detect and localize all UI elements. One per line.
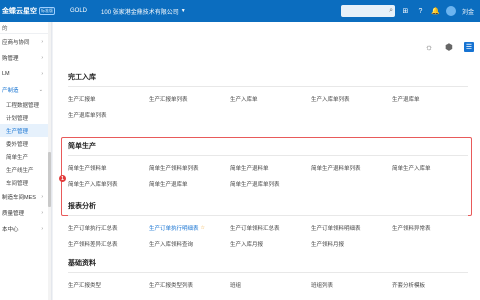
gold-label[interactable]: GOLD — [70, 8, 87, 14]
menu-link[interactable]: 简单生产领料单列表 — [149, 160, 230, 176]
sidebar-item-mes[interactable]: 制造车间MES › — [0, 189, 51, 205]
menu-link-label: 生产订单执行明细表 — [149, 226, 199, 232]
sidebar-item-purchase[interactable]: 购管理 › — [0, 50, 51, 66]
sidebar-sub-line-production[interactable]: 生产线生产 — [0, 163, 51, 176]
menu-link[interactable]: 班组列表 — [311, 277, 392, 293]
search-icon: ⌕ — [389, 7, 393, 14]
sidebar-scrollbar[interactable] — [48, 22, 51, 300]
menu-link[interactable]: 生产入库单列表 — [311, 91, 392, 107]
sidebar-item-label: 本中心 — [2, 227, 19, 233]
menu-link[interactable]: 简单生产领料单 — [68, 160, 149, 176]
menu-link[interactable]: 生产入库月报 — [230, 236, 311, 252]
sidebar-item-cost-center[interactable]: 本中心 › — [0, 221, 51, 237]
menu-link[interactable]: 生产汇报类型 — [68, 277, 149, 293]
section-report-analysis: 报表分析 生产订单执行汇总表 生产订单执行明细表 ☆ 生产订单领料汇总表 生产订单… — [68, 201, 468, 252]
menu-link[interactable]: 生产退库单 — [392, 91, 473, 107]
section-basic-data: 基础资料 生产汇报类型 生产汇报类型列表 班组 班组列表 齐套分析模板 — [68, 258, 468, 293]
sidebar-sub-planning[interactable]: 计划管理 — [0, 111, 51, 124]
menu-link[interactable]: 生产汇报类型列表 — [149, 277, 230, 293]
company-selector[interactable]: 100 张家港金鼎技术有限公司 ▼ — [101, 7, 186, 16]
sidebar-item-manufacturing[interactable]: 产制造 ⌄ — [0, 82, 51, 98]
menu-link[interactable]: 生产订单执行汇总表 — [68, 220, 149, 236]
chevron-right-icon: › — [41, 210, 43, 216]
chevron-right-icon: › — [41, 226, 43, 232]
menu-link[interactable]: 简单生产退料单 — [230, 160, 311, 176]
step-badge: 1 — [59, 175, 66, 182]
sidebar-item-plm[interactable]: LM › — [0, 66, 51, 82]
sidebar-sub-workshop[interactable]: 车间管理 — [0, 176, 51, 189]
chevron-down-icon: ⌄ — [38, 87, 43, 93]
chevron-right-icon: › — [41, 71, 43, 77]
section-title: 完工入库 — [68, 72, 468, 87]
logo-text: 金蝶云星空 — [2, 8, 37, 15]
section-title: 报表分析 — [68, 201, 468, 216]
main-content: ☼ ⬢ ☰ 完工入库 生产汇报单 生产汇报单列表 生产入库单 生产入库单列表 生… — [53, 22, 480, 300]
settings-icon[interactable]: ⬢ — [444, 42, 454, 52]
sidebar-item-label: 质量管理 — [2, 211, 25, 217]
app-logo[interactable]: 金蝶云星空 标准版 — [0, 6, 58, 16]
menu-link[interactable]: 简单生产退库单列表 — [230, 176, 311, 192]
user-name[interactable]: 刘金 — [462, 7, 474, 16]
sidebar-head[interactable]: 的 — [0, 22, 51, 34]
chevron-right-icon: › — [41, 55, 43, 61]
sun-icon[interactable]: ☼ — [424, 42, 434, 52]
chevron-down-icon: ▼ — [180, 8, 186, 14]
search-input[interactable]: ⌕ — [340, 5, 395, 17]
sidebar-sub-simple-production[interactable]: 简单生产 — [0, 150, 51, 163]
menu-link[interactable]: 齐套分析模板 — [392, 277, 473, 293]
chevron-right-icon: › — [41, 194, 43, 200]
menu-link[interactable]: 生产入库领料查询 — [149, 236, 230, 252]
menu-link[interactable]: 生产订单领料汇总表 — [230, 220, 311, 236]
menu-link[interactable]: 生产汇报单列表 — [149, 91, 230, 107]
sidebar-item-label: 产制造 — [2, 88, 19, 94]
sidebar-sub-outsourcing[interactable]: 委外管理 — [0, 137, 51, 150]
menu-link[interactable]: 生产领料异常表 — [392, 220, 473, 236]
menu-link[interactable]: 生产领料差异汇总表 — [68, 236, 149, 252]
sidebar-item-label: 应商与协同 — [2, 40, 30, 46]
bell-icon[interactable]: 🔔 — [431, 7, 440, 16]
sidebar-item-quality[interactable]: 质量管理 › — [0, 205, 51, 221]
list-view-icon[interactable]: ☰ — [464, 42, 474, 52]
menu-link[interactable]: 班组 — [230, 277, 311, 293]
menu-link[interactable]: 生产订单领料明细表 — [311, 220, 392, 236]
sidebar-item-supplier[interactable]: 应商与协同 › — [0, 34, 51, 50]
menu-link[interactable]: 生产汇报单 — [68, 91, 149, 107]
sidebar-sub-production[interactable]: 生产管理 — [0, 124, 51, 137]
company-name: 100 张家港金鼎技术有限公司 — [101, 9, 179, 16]
sidebar: 的 应商与协同 › 购管理 › LM › 产制造 ⌄ 工程数据管理 计划管理 生产管理 … — [0, 22, 52, 300]
view-toolbar: ☼ ⬢ ☰ — [424, 42, 474, 52]
menu-link[interactable]: 简单生产退料单列表 — [311, 160, 392, 176]
sidebar-item-label: LM — [2, 71, 10, 77]
help-icon[interactable]: ? — [416, 7, 425, 16]
section-simple-production: 简单生产 简单生产领料单 简单生产领料单列表 简单生产退料单 简单生产退料单列表… — [68, 141, 468, 192]
sidebar-sub-engineering[interactable]: 工程数据管理 — [0, 98, 51, 111]
menu-link[interactable]: 生产退库单列表 — [68, 107, 149, 123]
top-bar: 金蝶云星空 标准版 GOLD 100 张家港金鼎技术有限公司 ▼ ⌕ ⊞ ? 🔔… — [0, 0, 480, 22]
section-title: 简单生产 — [68, 141, 468, 156]
menu-link-favorite[interactable]: 生产订单执行明细表 ☆ — [149, 220, 230, 236]
avatar[interactable] — [445, 6, 456, 16]
sidebar-item-label: 制造车间MES — [2, 195, 36, 201]
menu-link[interactable]: 简单生产入库单 — [392, 160, 473, 176]
menu-link[interactable]: 生产入库单 — [230, 91, 311, 107]
menu-link[interactable]: 简单生产入库单列表 — [68, 176, 149, 192]
grid-apps-icon[interactable]: ⊞ — [401, 7, 410, 16]
chevron-right-icon: › — [41, 39, 43, 45]
menu-link[interactable]: 简单生产退库单 — [149, 176, 230, 192]
sidebar-item-label: 购管理 — [2, 56, 19, 62]
scrollbar-thumb[interactable] — [48, 152, 51, 207]
edition-badge: 标准版 — [39, 7, 55, 15]
star-icon[interactable]: ☆ — [201, 225, 205, 231]
section-completion-inbound: 完工入库 生产汇报单 生产汇报单列表 生产入库单 生产入库单列表 生产退库单 生… — [68, 72, 468, 123]
section-title: 基础资料 — [68, 258, 468, 273]
menu-link[interactable]: 生产领料月报 — [311, 236, 392, 252]
